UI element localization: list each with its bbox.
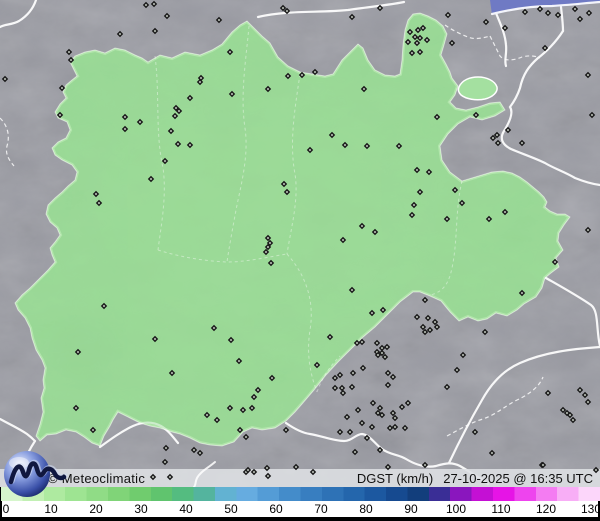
legend-tick-label: 40: [179, 502, 193, 516]
meteoclimatic-logo[interactable]: [2, 448, 68, 500]
legend-tick-label: 100: [445, 502, 467, 516]
legend-tick-label: 130: [580, 502, 600, 516]
map-canvas: [0, 0, 600, 521]
legend-color-bar: [0, 487, 600, 501]
bottom-border: [0, 517, 600, 521]
region-exclave: [457, 76, 498, 101]
weather-map-window: © Meteoclimatic DGST (km/h) 27-10-2025 @ …: [0, 0, 600, 521]
legend-tick-label: 20: [89, 502, 103, 516]
legend-tick-label: 60: [269, 502, 283, 516]
legend-tick-label: 10: [44, 502, 58, 516]
legend-tick-label: 120: [535, 502, 557, 516]
legend-tick-label: 50: [224, 502, 238, 516]
legend-tick-label: 110: [491, 502, 511, 516]
legend-tick-label: 30: [134, 502, 148, 516]
legend-tick-labels: 0 10 20 30 40 50 60 70 80 90 100 110 120 130: [0, 501, 600, 517]
legend-tick-label: 70: [314, 502, 328, 516]
variable-label: DGST (km/h): [356, 471, 434, 486]
legend-tick-label: 80: [359, 502, 373, 516]
timestamp-label: 27-10-2025 @ 16:35 UTC: [443, 471, 593, 486]
legend-tick-label: 90: [404, 502, 418, 516]
legend-tick-label: 0: [2, 502, 10, 516]
map-title-text: DGST (km/h) 27-10-2025 @ 16:35 UTC: [357, 470, 593, 487]
